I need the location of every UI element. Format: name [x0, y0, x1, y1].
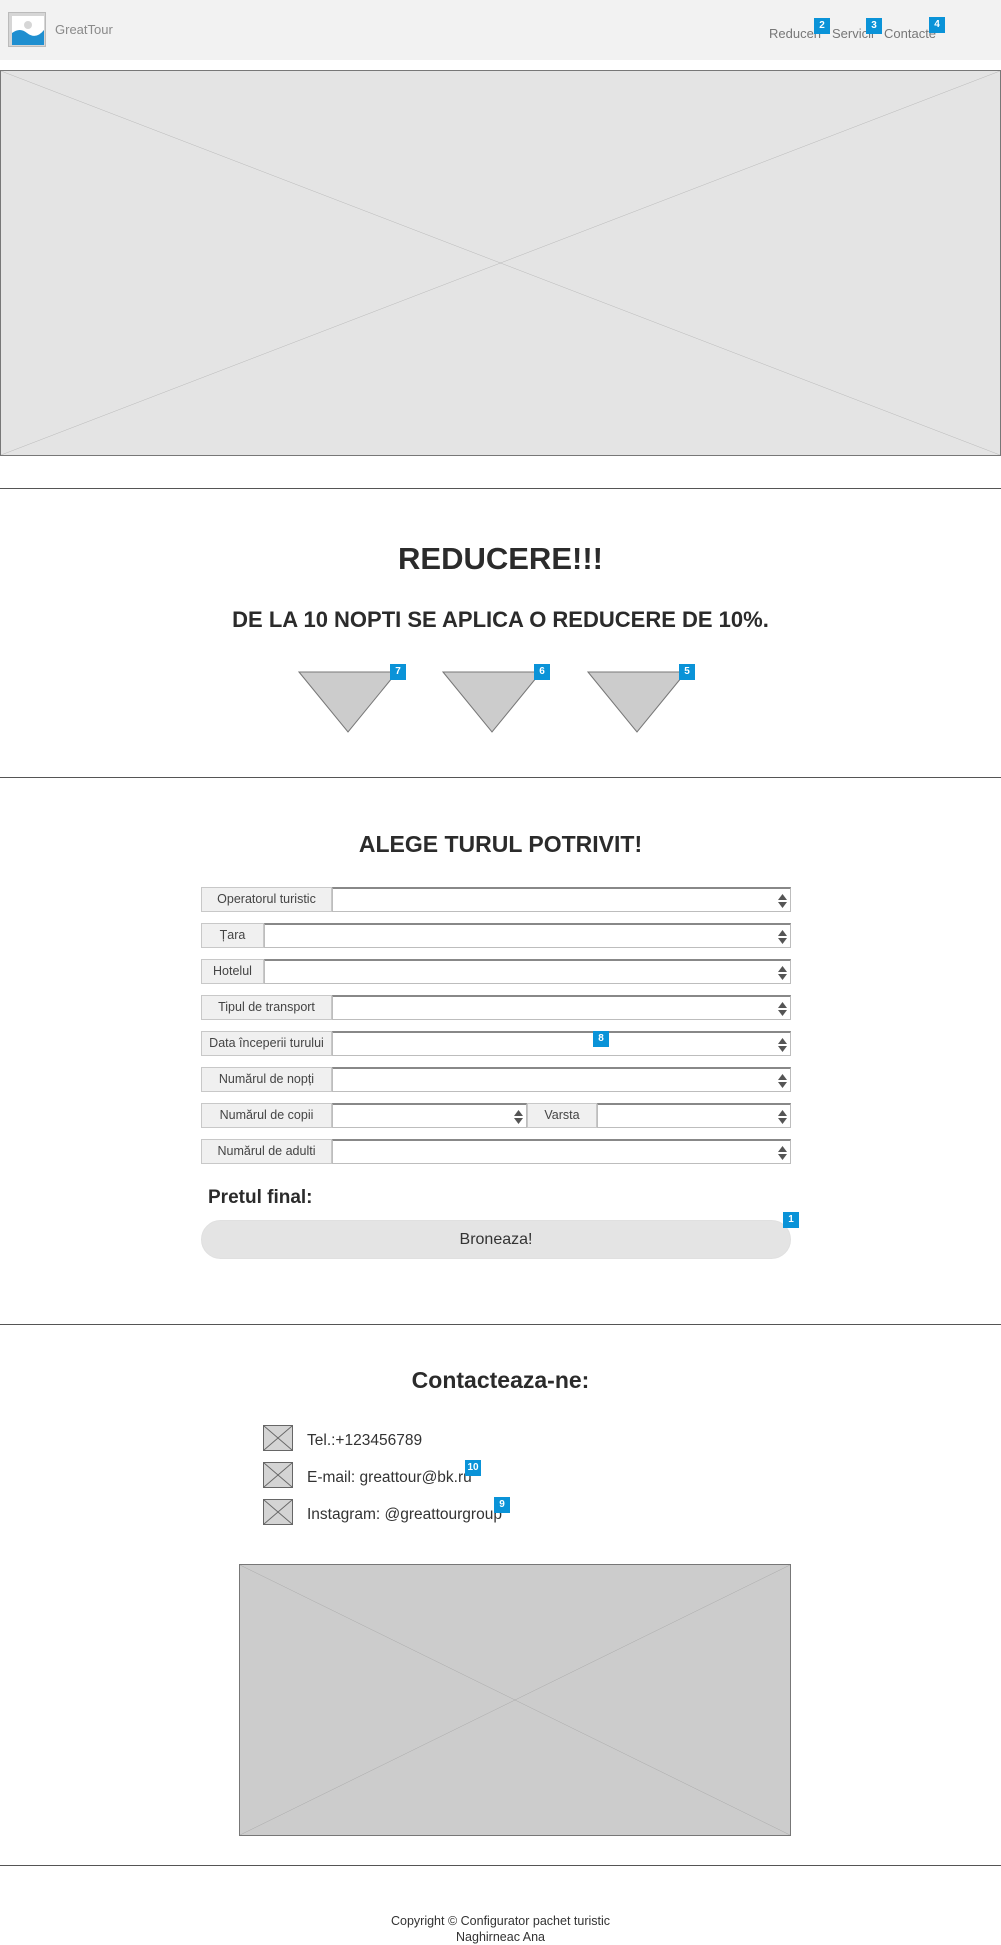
operator-select[interactable] — [332, 887, 791, 912]
form-row-start-date: Data începerii turului — [201, 1031, 791, 1056]
discount-title: REDUCERE!!! — [398, 541, 603, 576]
header: GreatTour Reduceri 2 Servicii 3 Contacte… — [0, 0, 1001, 60]
form-title: ALEGE TURUL POTRIVIT! — [358, 831, 643, 857]
phone-image-icon — [263, 1425, 293, 1451]
annotation-badge: 1 — [783, 1212, 799, 1228]
children-select[interactable] — [332, 1103, 527, 1128]
spinner-icon[interactable] — [778, 1074, 787, 1088]
annotation-badge: 5 — [679, 664, 695, 680]
nights-label: Numărul de nopți — [201, 1067, 332, 1092]
spinner-icon[interactable] — [514, 1110, 523, 1124]
country-label: Țara — [201, 923, 264, 948]
spinner-icon[interactable] — [778, 894, 787, 908]
hero-image-placeholder — [0, 70, 1001, 456]
contact-phone: Tel.:+123456789 — [307, 1432, 423, 1449]
annotation-badge: 6 — [534, 664, 550, 680]
spinner-icon[interactable] — [778, 966, 787, 980]
spinner-icon[interactable] — [778, 930, 787, 944]
logo-image-icon[interactable] — [8, 12, 46, 47]
contact-instagram-link[interactable]: Instagram: @greattourgroup — [307, 1506, 502, 1524]
annotation-badge: 9 — [494, 1497, 510, 1513]
form-row-nights: Numărul de nopți — [201, 1067, 791, 1092]
hotel-select[interactable] — [264, 959, 791, 984]
age-label: Varsta — [527, 1103, 597, 1128]
final-price-label: Pretul final: — [208, 1187, 313, 1208]
footer-copyright: Copyright © Configurator pachet turistic — [390, 1914, 611, 1928]
contacts-title: Contacteaza-ne: — [411, 1367, 590, 1393]
section-divider — [0, 777, 1001, 778]
spinner-icon[interactable] — [778, 1038, 787, 1052]
country-select[interactable] — [264, 923, 791, 948]
annotation-badge: 8 — [593, 1031, 609, 1047]
form-row-adults: Numărul de adulti — [201, 1139, 791, 1164]
section-divider — [0, 1324, 1001, 1325]
section-divider — [0, 488, 1001, 489]
form-row-transport: Tipul de transport — [201, 995, 791, 1020]
contact-email-link[interactable]: E-mail: greattour@bk.ru — [307, 1469, 472, 1487]
age-select[interactable] — [597, 1103, 791, 1128]
brand-name[interactable]: GreatTour — [55, 22, 113, 37]
children-label: Numărul de copii — [201, 1103, 332, 1128]
form-row-country: Țara — [201, 923, 791, 948]
transport-select[interactable] — [332, 995, 791, 1020]
operator-label: Operatorul turistic — [201, 887, 332, 912]
transport-label: Tipul de transport — [201, 995, 332, 1020]
instagram-image-icon — [263, 1499, 293, 1525]
spinner-icon[interactable] — [778, 1002, 787, 1016]
annotation-badge: 2 — [814, 18, 830, 34]
adults-select[interactable] — [332, 1139, 791, 1164]
email-image-icon — [263, 1462, 293, 1488]
book-button[interactable]: Broneaza! — [201, 1220, 791, 1259]
adults-label: Numărul de adulti — [201, 1139, 332, 1164]
form-row-children-age: Numărul de copii Varsta — [201, 1103, 791, 1128]
hotel-label: Hotelul — [201, 959, 264, 984]
annotation-badge: 7 — [390, 664, 406, 680]
annotation-badge: 3 — [866, 18, 882, 34]
dropdown-triangle-right[interactable] — [586, 671, 688, 733]
dropdown-triangle-left[interactable] — [297, 671, 399, 733]
discount-subtitle: DE LA 10 NOPTI SE APLICA O REDUCERE DE 1… — [232, 607, 769, 632]
nights-select[interactable] — [332, 1067, 791, 1092]
start-date-select[interactable] — [332, 1031, 791, 1056]
footer-author: Naghirneac Ana — [456, 1930, 545, 1944]
start-date-label: Data începerii turului — [201, 1031, 332, 1056]
annotation-badge: 4 — [929, 17, 945, 33]
dropdown-triangle-middle[interactable] — [441, 671, 543, 733]
section-divider — [0, 1865, 1001, 1866]
spinner-icon[interactable] — [778, 1146, 787, 1160]
spinner-icon[interactable] — [778, 1110, 787, 1124]
annotation-badge: 10 — [465, 1460, 481, 1476]
form-row-operator: Operatorul turistic — [201, 887, 791, 912]
map-image-placeholder — [239, 1564, 791, 1836]
form-row-hotel: Hotelul — [201, 959, 791, 984]
